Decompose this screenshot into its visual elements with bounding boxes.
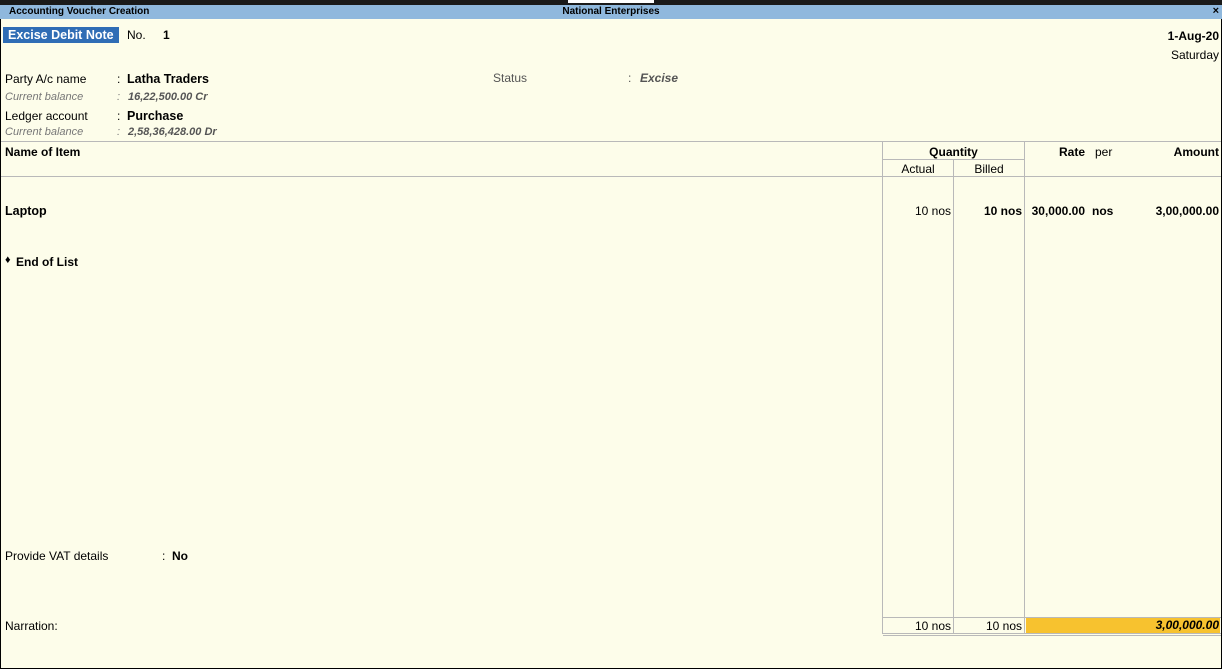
party-balance-value: 16,22,500.00 Cr xyxy=(128,91,208,103)
ledger-label: Ledger account xyxy=(5,109,88,123)
ledger-balance-label: Current balance xyxy=(5,126,84,138)
row-per[interactable]: nos xyxy=(1092,204,1113,218)
ledger-account-field[interactable]: Purchase xyxy=(127,109,183,123)
total-actual-qty: 10 nos xyxy=(914,619,951,633)
row-billed-qty[interactable]: 10 nos xyxy=(954,204,1022,218)
total-billed-qty: 10 nos xyxy=(985,619,1022,633)
totals-double-border xyxy=(883,635,1221,636)
party-label: Party A/c name xyxy=(5,72,87,86)
voucher-no-label: No. xyxy=(127,28,146,42)
narration-label: Narration: xyxy=(5,619,58,633)
close-icon[interactable]: × xyxy=(1213,5,1219,17)
party-balance-sep: : xyxy=(117,91,121,103)
ledger-balance-value: 2,58,36,428.00 Dr xyxy=(128,126,217,138)
voucher-no-value[interactable]: 1 xyxy=(163,28,170,42)
voucher-type-field[interactable]: Excise Debit Note xyxy=(3,27,119,43)
col-header-amount: Amount xyxy=(1173,145,1219,159)
vat-label: Provide VAT details xyxy=(5,549,109,563)
total-amount: 3,00,000.00 xyxy=(1026,618,1220,633)
party-balance-label: Current balance xyxy=(5,91,84,103)
row-actual-qty[interactable]: 10 nos xyxy=(883,204,951,218)
company-name: National Enterprises xyxy=(562,6,660,17)
end-of-list[interactable]: End of List xyxy=(16,255,78,269)
party-sep: : xyxy=(117,72,121,86)
end-of-list-icon: ♦ xyxy=(5,254,11,266)
col-header-per: per xyxy=(1095,145,1113,159)
vat-sep: : xyxy=(162,549,166,563)
voucher-frame xyxy=(0,19,1222,669)
status-value: Excise xyxy=(640,71,679,85)
vat-details-field[interactable]: No xyxy=(172,549,188,563)
col-header-billed: Billed xyxy=(974,162,1004,176)
table-top-border xyxy=(1,141,1221,142)
table-header-border xyxy=(1,176,1221,177)
ledger-balance-sep: : xyxy=(117,126,121,138)
title-bar: Accounting Voucher Creation National Ent… xyxy=(0,5,1222,19)
status-sep: : xyxy=(628,71,632,85)
status-label: Status xyxy=(493,71,528,85)
party-name-field[interactable]: Latha Traders xyxy=(127,72,209,86)
voucher-date[interactable]: 1-Aug-20 xyxy=(1168,29,1219,43)
col-header-quantity: Quantity xyxy=(929,145,978,159)
col-header-item: Name of Item xyxy=(5,145,81,159)
row-item-name[interactable]: Laptop xyxy=(5,204,47,218)
col-divider-billed xyxy=(953,160,954,634)
active-tab-indicator xyxy=(568,0,654,3)
row-rate[interactable]: 30,000.00 xyxy=(1025,204,1085,218)
row-amount[interactable]: 3,00,000.00 xyxy=(1120,204,1219,218)
col-header-actual: Actual xyxy=(901,162,935,176)
ledger-sep: : xyxy=(117,109,121,123)
col-header-rate: Rate xyxy=(1058,145,1085,159)
totals-bottom-border xyxy=(883,633,1221,634)
voucher-day: Saturday xyxy=(1170,48,1219,62)
